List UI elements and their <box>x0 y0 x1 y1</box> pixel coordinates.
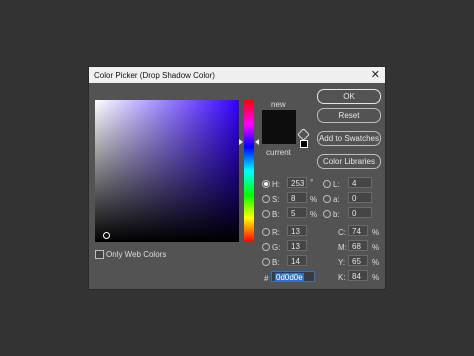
r-label: R: <box>272 228 280 237</box>
lab-b-label: b: <box>333 210 340 219</box>
g-radio[interactable] <box>262 243 270 251</box>
s-unit: % <box>310 195 318 204</box>
lab-b-radio[interactable] <box>323 210 331 218</box>
title-bar: Color Picker (Drop Shadow Color) ✕ <box>89 67 385 83</box>
k-unit: % <box>372 273 380 282</box>
rgb-b-field[interactable]: 14 <box>287 255 307 266</box>
l-radio[interactable] <box>323 180 331 188</box>
a-radio[interactable] <box>323 195 331 203</box>
g-field[interactable]: 13 <box>287 240 307 251</box>
k-label: K: <box>338 273 346 282</box>
hue-slider[interactable] <box>244 100 254 242</box>
y-label: Y: <box>338 258 346 267</box>
r-field[interactable]: 13 <box>287 225 307 236</box>
only-web-colors-checkbox[interactable] <box>95 250 104 259</box>
rgb-b-label: B: <box>272 258 280 267</box>
s-label: S: <box>272 195 280 204</box>
add-to-swatches-button[interactable]: Add to Swatches <box>317 131 381 146</box>
h-field[interactable]: 253 <box>287 177 307 188</box>
a-field[interactable]: 0 <box>348 192 372 203</box>
r-radio[interactable] <box>262 228 270 236</box>
l-field[interactable]: 4 <box>348 177 372 188</box>
y-field[interactable]: 65 <box>348 255 368 266</box>
m-unit: % <box>372 243 380 252</box>
new-label: new <box>271 100 286 109</box>
l-label: L: <box>333 180 340 189</box>
lab-b-field[interactable]: 0 <box>348 207 372 218</box>
only-web-colors-label: Only Web Colors <box>106 250 167 259</box>
hex-field[interactable]: 0d0d0e <box>271 271 315 282</box>
s-radio[interactable] <box>262 195 270 203</box>
c-field[interactable]: 74 <box>348 225 368 236</box>
current-label: current <box>266 148 291 157</box>
s-field[interactable]: 8 <box>287 192 307 203</box>
rgb-b-radio[interactable] <box>262 258 270 266</box>
k-field[interactable]: 84 <box>348 270 368 281</box>
b-label: B: <box>272 210 280 219</box>
hex-label: # <box>264 274 269 283</box>
color-libraries-button[interactable]: Color Libraries <box>317 154 381 169</box>
c-label: C: <box>338 228 346 237</box>
hue-slider-arrow-icon[interactable] <box>255 139 259 145</box>
h-unit: ° <box>310 178 314 187</box>
hue-slider-arrow-icon[interactable] <box>239 139 243 145</box>
new-color-swatch <box>262 110 296 144</box>
y-unit: % <box>372 258 380 267</box>
web-safe-cube-icon[interactable] <box>300 140 308 148</box>
color-picker-dialog: Color Picker (Drop Shadow Color) ✕ new c… <box>88 66 386 290</box>
b-unit: % <box>310 210 318 219</box>
color-picker-cursor[interactable] <box>103 232 110 239</box>
out-of-gamut-icon[interactable] <box>297 128 310 141</box>
g-label: G: <box>272 243 281 252</box>
close-icon[interactable]: ✕ <box>371 68 380 81</box>
b-field[interactable]: 5 <box>287 207 307 218</box>
m-label: M: <box>338 243 347 252</box>
b-radio[interactable] <box>262 210 270 218</box>
h-radio[interactable] <box>262 180 270 188</box>
c-unit: % <box>372 228 380 237</box>
hex-value: 0d0d0e <box>275 273 304 282</box>
dialog-title: Color Picker (Drop Shadow Color) <box>94 71 215 80</box>
a-label: a: <box>333 195 340 204</box>
reset-button[interactable]: Reset <box>317 108 381 123</box>
m-field[interactable]: 68 <box>348 240 368 251</box>
ok-button[interactable]: OK <box>317 89 381 104</box>
saturation-brightness-field[interactable] <box>95 100 239 242</box>
h-label: H: <box>272 180 280 189</box>
